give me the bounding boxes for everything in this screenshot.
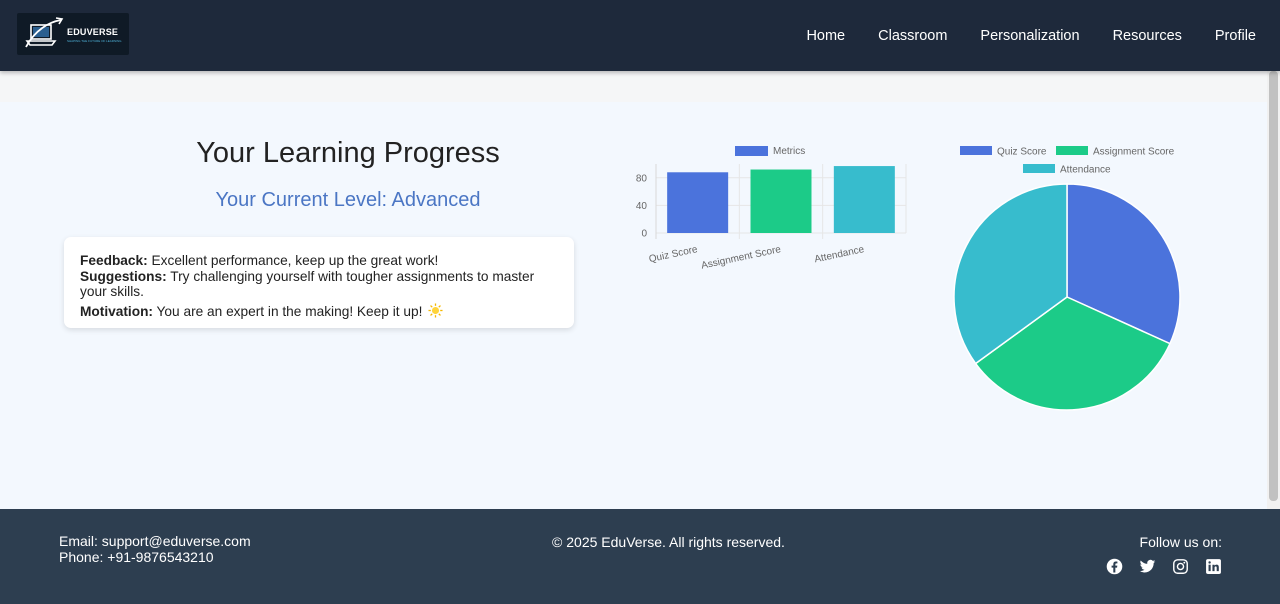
page-scrollbar[interactable] [1267,71,1280,510]
x-tick-label: Assignment Score [700,244,782,272]
x-tick-label: Attendance [813,244,865,265]
legend-label-metrics: Metrics [773,146,805,157]
linkedin-icon[interactable] [1205,558,1222,575]
logo-wordmark: EDUVERSE [67,27,119,37]
nav-profile[interactable]: Profile [1215,28,1256,44]
legend-swatch-attendance [1023,164,1055,173]
footer: Email: support@eduverse.com Phone: +91-9… [0,509,1280,604]
instagram-icon[interactable] [1172,558,1189,575]
feedback-row: Feedback: Excellent performance, keep up… [80,253,558,269]
page-title: Your Learning Progress [196,137,500,169]
x-tick-label: Quiz Score [648,244,699,265]
metrics-pie-chart: Quiz Score Assignment Score Attendance [953,146,1181,411]
scrollbar-thumb[interactable] [1269,71,1278,501]
feedback-card: Feedback: Excellent performance, keep up… [64,237,574,328]
feedback-label: Feedback: [80,253,148,268]
twitter-icon[interactable] [1139,558,1156,575]
nav-resources[interactable]: Resources [1113,28,1182,44]
legend-swatch-assignment-score [1056,146,1088,155]
motivation-text: You are an expert in the making! Keep it… [153,303,423,319]
header-spacer [0,71,1267,102]
legend-swatch-metrics [735,146,768,156]
motivation-label: Motivation: [80,303,153,319]
legend-label-assignment-score: Assignment Score [1093,147,1175,158]
pie-chart-legend: Quiz Score Assignment Score Attendance [960,146,1175,176]
logo-tagline: SHAPING THE FUTURE OF LEARNING [67,39,122,43]
y-tick-label: 0 [641,229,647,240]
suggestions-row: Suggestions: Try challenging yourself wi… [80,269,558,300]
metrics-bar-chart: Metrics 0 40 80 Quiz Score Assignment Score At… [636,146,907,272]
nav-home[interactable]: Home [806,28,845,44]
sun-icon [428,302,443,318]
current-level: Your Current Level: Advanced [215,189,481,211]
feedback-text: Excellent performance, keep up the great… [147,253,439,268]
footer-copyright: © 2025 EduVerse. All rights reserved. [552,534,785,550]
bar-attendance [833,166,895,233]
legend-swatch-quiz-score [960,146,992,155]
footer-phone: Phone: +91-9876543210 [59,548,214,565]
social-links [1106,558,1222,575]
eduverse-logo[interactable]: EDUVERSE SHAPING THE FUTURE OF LEARNING [17,13,129,55]
suggestions-label: Suggestions: [80,268,167,284]
bar-chart-legend: Metrics [735,146,805,157]
y-tick-label: 80 [636,173,648,184]
nav-classroom[interactable]: Classroom [878,28,947,44]
footer-follow-label: Follow us on: [1139,534,1222,550]
bar-assignment-score [750,169,812,233]
y-tick-label: 40 [636,201,648,212]
laptop-logo-icon [25,17,64,48]
bar-quiz-score [667,172,729,233]
motivation-row: Motivation: You are an expert in the mak… [80,302,558,320]
top-navbar: EDUVERSE SHAPING THE FUTURE OF LEARNING … [0,0,1280,71]
facebook-icon[interactable] [1106,558,1123,575]
legend-label-quiz-score: Quiz Score [997,147,1047,158]
legend-label-attendance: Attendance [1060,165,1111,176]
nav-personalization[interactable]: Personalization [980,28,1079,44]
main-nav: Home Classroom Personalization Resources… [806,0,1256,71]
